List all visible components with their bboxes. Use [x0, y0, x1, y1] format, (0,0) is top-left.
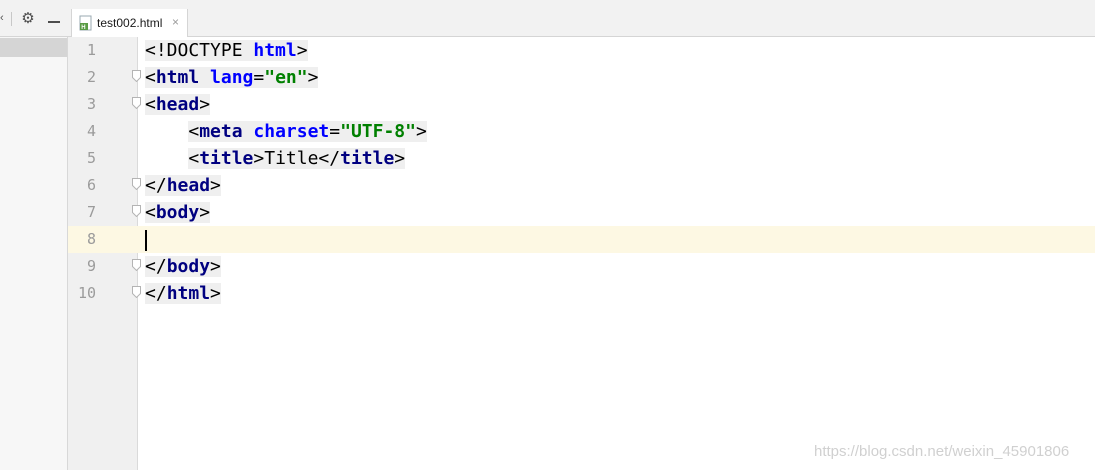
code-text: <body>: [145, 202, 211, 224]
code-line[interactable]: 6 </head>: [68, 172, 1095, 199]
code-highlight: </html>: [145, 283, 221, 304]
code-token: title: [340, 148, 395, 169]
code-line[interactable]: 3 <head>: [68, 91, 1095, 118]
code-highlight: <html lang="en">: [145, 67, 319, 88]
watermark-text: https://blog.csdn.net/weixin_45901806: [814, 443, 1070, 460]
code-text: <meta charset="UTF-8">: [145, 121, 427, 143]
code-token: <!DOCTYPE: [145, 40, 254, 61]
code-token: head: [155, 94, 200, 115]
code-highlight: <head>: [145, 94, 211, 115]
code-token: html: [166, 283, 211, 304]
code-line[interactable]: 8: [68, 226, 1095, 253]
line-number: 10: [77, 284, 96, 302]
toolbar-divider: [11, 12, 12, 26]
fold-marker-icon[interactable]: [132, 97, 141, 109]
line-number: 4: [86, 122, 96, 140]
code-token: meta: [199, 121, 243, 142]
code-token: </: [145, 175, 167, 196]
code-highlight: <body>: [145, 202, 211, 223]
code-token: >: [199, 202, 211, 223]
code-text: <!DOCTYPE html>: [145, 40, 308, 62]
tab-label: test002.html: [97, 16, 163, 30]
project-panel-selected-row[interactable]: [0, 38, 67, 57]
code-token: </: [145, 283, 167, 304]
code-line[interactable]: 2 <html lang="en">: [68, 64, 1095, 91]
gear-icon[interactable]: ⚙: [20, 11, 36, 27]
line-number: 5: [86, 149, 96, 167]
code-token: <: [188, 121, 200, 142]
line-number: 8: [86, 230, 96, 248]
code-token: >: [394, 148, 406, 169]
fold-marker-icon[interactable]: [132, 178, 141, 190]
fold-marker-icon[interactable]: [132, 205, 141, 217]
code-highlight: </head>: [145, 175, 221, 196]
code-text: <html lang="en">: [145, 67, 319, 89]
line-number: 6: [86, 176, 96, 194]
code-line[interactable]: 9 </body>: [68, 253, 1095, 280]
line-number: 1: [86, 41, 96, 59]
code-token: >: [253, 148, 265, 169]
code-token: </: [145, 256, 167, 277]
code-text: <head>: [145, 94, 211, 116]
tab-test002-html[interactable]: H test002.html ×: [71, 9, 188, 37]
project-panel-toolbar: ‹ ⚙: [0, 0, 68, 36]
svg-text:H: H: [81, 25, 85, 31]
code-token: charset: [253, 121, 330, 142]
code-token: lang: [210, 67, 254, 88]
code-token: title: [199, 148, 254, 169]
code-highlight: </body>: [145, 256, 221, 277]
code-text: <title>Title</title>: [145, 148, 406, 170]
editor-tab-bar: ‹ ⚙ H test002.html ×: [0, 0, 1095, 37]
code-token: "UTF-8": [340, 121, 416, 142]
code-text: [145, 229, 147, 251]
code-token: body: [166, 256, 211, 277]
code-token: >: [415, 121, 427, 142]
code-token: Title: [264, 148, 319, 169]
code-line[interactable]: 1 <!DOCTYPE html>: [68, 37, 1095, 64]
fold-marker-icon[interactable]: [132, 70, 141, 82]
line-number: 2: [86, 68, 96, 86]
code-token: >: [210, 283, 221, 304]
chevron-icon[interactable]: ‹: [0, 12, 8, 24]
code-token: >: [210, 256, 221, 277]
code-token: body: [155, 202, 200, 223]
code-text: </html>: [145, 283, 221, 305]
code-highlight: <!DOCTYPE html>: [145, 40, 308, 61]
code-text: </body>: [145, 256, 221, 278]
code-line[interactable]: 7 <body>: [68, 199, 1095, 226]
code-token: <: [145, 202, 156, 223]
code-highlight: <meta charset="UTF-8">: [188, 121, 427, 142]
code-token: html: [155, 67, 200, 88]
code-token: head: [166, 175, 211, 196]
project-panel: [0, 37, 68, 470]
code-token: html: [253, 40, 297, 61]
html-file-icon: H: [79, 15, 92, 31]
line-number: 9: [86, 257, 96, 275]
code-token: =: [253, 67, 265, 88]
fold-marker-icon[interactable]: [132, 259, 141, 271]
code-token: >: [199, 94, 211, 115]
code-token: </: [318, 148, 341, 169]
code-line[interactable]: 4 <meta charset="UTF-8">: [68, 118, 1095, 145]
code-token: <: [145, 67, 156, 88]
code-text: </head>: [145, 175, 221, 197]
minimize-icon[interactable]: [48, 21, 60, 23]
text-caret: [145, 229, 147, 251]
close-icon[interactable]: ×: [172, 15, 179, 29]
code-token: "en": [264, 67, 308, 88]
code-token: >: [210, 175, 221, 196]
code-highlight: <title>Title</title>: [188, 148, 406, 169]
code-token: =: [329, 121, 341, 142]
fold-marker-icon[interactable]: [132, 286, 141, 298]
code-line[interactable]: 10 </html>: [68, 280, 1095, 307]
code-line[interactable]: 5 <title>Title</title>: [68, 145, 1095, 172]
line-number: 3: [86, 95, 96, 113]
code-token: <: [145, 94, 156, 115]
code-token: >: [307, 67, 319, 88]
line-number: 7: [86, 203, 96, 221]
code-token: <: [188, 148, 200, 169]
code-token: >: [296, 40, 308, 61]
